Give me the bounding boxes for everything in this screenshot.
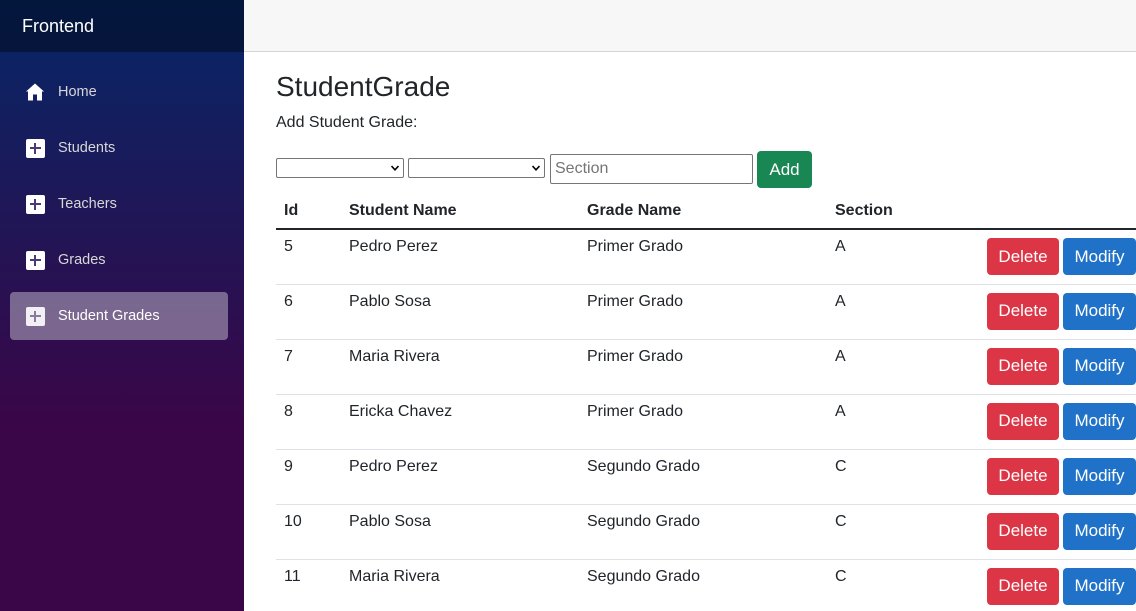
nav-label-teachers: Teachers [58, 196, 117, 212]
nav-label-home: Home [58, 84, 97, 100]
header-actions [967, 193, 1136, 230]
cell-grade-name: Primer Grado [579, 339, 827, 395]
cell-actions: Delete Modify [967, 394, 1136, 450]
header-student-name: Student Name [342, 193, 579, 230]
modify-button[interactable]: Modify [1063, 292, 1136, 330]
student-select[interactable] [276, 158, 404, 178]
table-row: 5 Pedro Perez Primer Grado A Delete Modif… [276, 229, 1136, 285]
header-section: Section [827, 193, 967, 230]
section-input[interactable] [550, 154, 753, 184]
cell-id: 5 [276, 229, 342, 285]
student-grades-table: Id Student Name Grade Name Section 5 Ped… [276, 193, 1136, 611]
add-button[interactable]: Add [757, 151, 812, 188]
cell-actions: Delete Modify [967, 339, 1136, 395]
plus-square-icon [25, 306, 45, 326]
cell-grade-name: Segundo Grado [579, 449, 827, 505]
nav-label-grades: Grades [58, 252, 106, 268]
chevron-down-icon [532, 165, 540, 171]
cell-student-name: Pedro Perez [342, 229, 579, 285]
cell-id: 6 [276, 284, 342, 340]
table-row: 7 Maria Rivera Primer Grado A Delete Modi… [276, 339, 1136, 395]
cell-student-name: Ericka Chavez [342, 394, 579, 450]
cell-grade-name: Primer Grado [579, 284, 827, 340]
delete-button[interactable]: Delete [987, 457, 1059, 495]
table-row: 10 Pablo Sosa Segundo Grado C Delete Modi… [276, 504, 1136, 560]
top-row [244, 0, 1136, 52]
chevron-down-icon [391, 165, 399, 171]
header-id: Id [276, 193, 342, 230]
delete-button[interactable]: Delete [987, 238, 1059, 275]
cell-section: A [827, 284, 967, 340]
cell-actions: Delete Modify [967, 229, 1136, 285]
modify-button[interactable]: Modify [1063, 457, 1136, 495]
table-row: 6 Pablo Sosa Primer Grado A Delete Modify [276, 284, 1136, 340]
cell-student-name: Pedro Perez [342, 449, 579, 505]
delete-button[interactable]: Delete [987, 292, 1059, 330]
nav-item-grades: Grades [0, 232, 244, 288]
modify-button[interactable]: Modify [1063, 238, 1136, 275]
nav-label-students: Students [58, 140, 116, 156]
table-row: 8 Ericka Chavez Primer Grado A Delete Mod… [276, 394, 1136, 450]
add-form: Add [276, 151, 1136, 189]
cell-grade-name: Segundo Grado [579, 559, 827, 611]
cell-section: A [827, 229, 967, 285]
cell-grade-name: Primer Grado [579, 229, 827, 285]
cell-student-name: Maria Rivera [342, 339, 579, 395]
table-header-row: Id Student Name Grade Name Section [276, 193, 1136, 230]
cell-actions: Delete Modify [967, 284, 1136, 340]
cell-id: 10 [276, 504, 342, 560]
grade-select[interactable] [408, 158, 545, 178]
app-brand[interactable]: Frontend [22, 16, 94, 37]
delete-button[interactable]: Delete [987, 347, 1059, 385]
nav-link-home[interactable]: Home [10, 68, 228, 116]
nav-menu: Home Students Teachers Grades Student Gr… [0, 52, 244, 344]
table-row: 9 Pedro Perez Segundo Grado C Delete Modi… [276, 449, 1136, 505]
sidebar: Frontend Home Students Teachers Grades S… [0, 0, 244, 611]
cell-grade-name: Primer Grado [579, 394, 827, 450]
nav-link-teachers[interactable]: Teachers [10, 180, 228, 228]
cell-section: C [827, 504, 967, 560]
delete-button[interactable]: Delete [987, 512, 1059, 550]
nav-item-student-grades: Student Grades [0, 288, 244, 344]
cell-id: 7 [276, 339, 342, 395]
cell-section: A [827, 394, 967, 450]
nav-item-teachers: Teachers [0, 176, 244, 232]
home-icon [25, 82, 45, 102]
brand-bar: Frontend [0, 0, 244, 52]
cell-section: C [827, 449, 967, 505]
nav-link-students[interactable]: Students [10, 124, 228, 172]
cell-id: 9 [276, 449, 342, 505]
cell-actions: Delete Modify [967, 504, 1136, 560]
plus-square-icon [25, 194, 45, 214]
form-subtitle: Add Student Grade: [276, 114, 418, 131]
modify-button[interactable]: Modify [1063, 567, 1136, 605]
cell-id: 8 [276, 394, 342, 450]
modify-button[interactable]: Modify [1063, 512, 1136, 550]
cell-student-name: Pablo Sosa [342, 284, 579, 340]
nav-link-student-grades[interactable]: Student Grades [10, 292, 228, 340]
cell-section: A [827, 339, 967, 395]
cell-actions: Delete Modify [967, 559, 1136, 611]
delete-button[interactable]: Delete [987, 567, 1059, 605]
plus-square-icon [25, 138, 45, 158]
nav-label-student-grades: Student Grades [58, 308, 160, 324]
cell-student-name: Pablo Sosa [342, 504, 579, 560]
nav-item-students: Students [0, 120, 244, 176]
plus-square-icon [25, 250, 45, 270]
cell-actions: Delete Modify [967, 449, 1136, 505]
cell-section: C [827, 559, 967, 611]
modify-button[interactable]: Modify [1063, 402, 1136, 440]
nav-link-grades[interactable]: Grades [10, 236, 228, 284]
cell-id: 11 [276, 559, 342, 611]
cell-grade-name: Segundo Grado [579, 504, 827, 560]
table-row: 11 Maria Rivera Segundo Grado C Delete Mo… [276, 559, 1136, 611]
delete-button[interactable]: Delete [987, 402, 1059, 440]
cell-student-name: Maria Rivera [342, 559, 579, 611]
modify-button[interactable]: Modify [1063, 347, 1136, 385]
header-grade-name: Grade Name [579, 193, 827, 230]
nav-item-home: Home [0, 64, 244, 120]
page-title: StudentGrade [276, 71, 451, 102]
main-content: StudentGrade Add Student Grade: Add Id S… [276, 52, 1136, 611]
